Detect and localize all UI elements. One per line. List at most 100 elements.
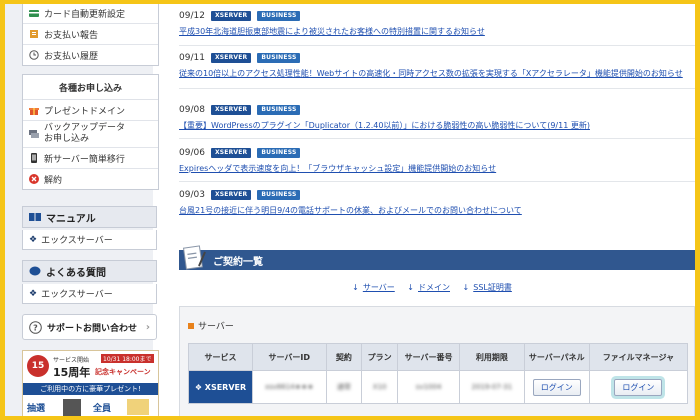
banner-campaign: 記念キャンペーン <box>95 368 151 376</box>
xserver-logo-icon: ❖ <box>194 382 202 392</box>
gift-image-icon <box>63 399 81 416</box>
divider <box>179 88 695 89</box>
sidebar-item-present-domain[interactable]: プレゼントドメイン <box>23 100 158 121</box>
server-panel-cell: ログイン <box>523 370 590 404</box>
anchor-link-ssl[interactable]: SSL証明書 <box>473 283 512 292</box>
plan-value: X10 <box>372 383 387 391</box>
xserver-badge: XSERVER <box>210 53 252 63</box>
server-number-value: sv1004 <box>415 383 442 391</box>
manual-link-xserver[interactable]: ❖ エックスサーバー <box>22 230 157 250</box>
book-icon <box>29 212 41 222</box>
contract-cell: 通常 <box>325 370 363 404</box>
file-manager-login-button[interactable]: ログイン <box>614 378 663 396</box>
clock-icon <box>29 50 39 60</box>
expiry-value: 2019-07-31 <box>471 383 513 391</box>
sidebar-item-backup[interactable]: バックアップデータ お申し込み <box>23 121 158 148</box>
news-link[interactable]: 台風21号の接近に伴う明日9/4の電話サポートの休業、およびメールでのお問い合わ… <box>179 205 695 216</box>
table-header-row: サービス サーバーID 契約 プラン サーバー番号 利用期限 サーバーパネル フ… <box>188 343 689 371</box>
arrow-down-icon: ↓ <box>407 283 414 292</box>
sidebar-item-payment-history[interactable]: お支払い履歴 <box>23 45 158 65</box>
column-header: ファイルマネージャ <box>588 343 689 371</box>
divider <box>179 45 695 46</box>
apply-category-heading: 各種お申し込み <box>23 75 158 100</box>
server-table: サービス サーバーID 契約 プラン サーバー番号 利用期限 サーバーパネル フ… <box>188 343 689 404</box>
server-panel-login-button[interactable]: ログイン <box>532 378 581 396</box>
contract-list-header: ご契約一覧 <box>179 250 695 270</box>
sidebar-item-payment-report[interactable]: お支払い報告 <box>23 24 158 45</box>
news-item: 09/03 XSERVER BUSINESS 台風21号の接近に伴う明日9/4の… <box>179 188 695 216</box>
backup-icon <box>29 129 39 139</box>
manual-link-label: エックスサーバー <box>41 236 113 246</box>
column-header: 利用期限 <box>459 343 525 371</box>
support-contact-button[interactable]: ? サポートお問い合わせ › <box>22 314 157 340</box>
news-item: 09/06 XSERVER BUSINESS Expiresヘッダで表示速度を向… <box>179 146 695 174</box>
news-item: 09/12 XSERVER BUSINESS 平成30年北海道胆振東部地震により… <box>179 9 695 37</box>
file-manager-cell: ログイン <box>588 370 689 404</box>
banner-present-text: ご利用中の方に豪華プレゼント! <box>23 383 158 395</box>
faq-link-xserver[interactable]: ❖ エックスサーバー <box>22 284 157 304</box>
column-header: 契約 <box>325 343 363 371</box>
contract-anchor-links: ↓ サーバー ↓ ドメイン ↓ SSL証明書 <box>179 282 695 293</box>
news-date: 09/11 <box>179 53 205 63</box>
business-badge: BUSINESS <box>257 11 301 21</box>
server-id-cell: xsv8614★★★ <box>251 370 327 404</box>
divider <box>179 138 695 139</box>
arrow-down-icon: ↓ <box>352 283 359 292</box>
sidebar-item-server-migration[interactable]: 新サーバー簡単移行 <box>23 148 158 169</box>
column-header: サーバーパネル <box>523 343 590 371</box>
apply-menu: 各種お申し込み プレゼントドメイン バックアップデータ お申し込み 新サーバー簡単… <box>22 74 159 190</box>
anchor-link-domain[interactable]: ドメイン <box>418 283 450 292</box>
news-date: 09/03 <box>179 190 205 200</box>
payment-menu: カード自動更新設定 お支払い報告 お支払い履歴 <box>22 4 159 66</box>
contract-value: 通常 <box>336 383 351 391</box>
arrow-down-icon: ↓ <box>462 283 470 292</box>
sidebar-item-card-auto-renew[interactable]: カード自動更新設定 <box>23 4 158 24</box>
news-link[interactable]: 平成30年北海道胆振東部地震により被災されたお客様への特別措置に関するお知らせ <box>179 26 695 37</box>
banner-text: サービス開始 <box>53 357 90 364</box>
server-section-label: サーバー <box>198 322 234 332</box>
diamond-bullet-icon: ❖ <box>29 288 38 299</box>
banner-number-badge: 15 <box>27 355 49 377</box>
sidebar-item-label: バックアップデータ お申し込み <box>44 123 126 144</box>
sidebar-item-label: お支払い報告 <box>44 30 99 41</box>
banner-deadline: 10/31 18:00まで <box>101 354 154 363</box>
faq-heading[interactable]: よくある質問 <box>22 260 157 282</box>
sidebar-item-label: プレゼントドメイン <box>44 106 126 117</box>
sidebar-item-label: お支払い履歴 <box>44 51 99 62</box>
server-number-cell: sv1004 <box>397 370 461 404</box>
contract-list-title: ご契約一覧 <box>213 256 263 268</box>
xserver-badge: XSERVER <box>210 190 252 200</box>
news-item: 09/11 XSERVER BUSINESS 従来の10倍以上のアクセス処理性能… <box>179 51 695 79</box>
sidebar-item-label: 新サーバー簡単移行 <box>44 154 125 165</box>
banner-anniversary: 15周年 <box>53 366 91 379</box>
news-link[interactable]: 【重要】WordPressのプラグイン「Duplicator（1.2.40以前）… <box>179 120 695 131</box>
sidebar-item-label: 解約 <box>44 175 63 186</box>
business-badge: BUSINESS <box>257 53 301 63</box>
business-badge: BUSINESS <box>257 105 301 115</box>
xserver-badge: XSERVER <box>210 148 252 158</box>
service-cell: ❖ XSERVER <box>188 370 253 404</box>
manual-title: マニュアル <box>46 213 96 225</box>
card-icon <box>29 8 39 18</box>
column-header: プラン <box>361 343 399 371</box>
xserver-badge: XSERVER <box>210 105 252 115</box>
sidebar-item-cancel[interactable]: 解約 <box>23 169 158 189</box>
document-pen-icon <box>182 244 207 272</box>
news-date: 09/08 <box>179 105 205 115</box>
table-row: ❖ XSERVER xsv8614★★★ 通常 X10 sv1004 2019-… <box>188 370 689 404</box>
sidebar: カード自動更新設定 お支払い報告 お支払い履歴 各種お申し込み プレゼントドメイ… <box>5 4 159 416</box>
manual-heading[interactable]: マニュアル <box>22 206 157 228</box>
anchor-link-server[interactable]: サーバー <box>363 283 395 292</box>
news-link[interactable]: 従来の10倍以上のアクセス処理性能！Webサイトの高速化・同時アクセス数の拡張を… <box>179 68 695 79</box>
plan-cell: X10 <box>361 370 399 404</box>
business-badge: BUSINESS <box>257 190 301 200</box>
support-title: サポートお問い合わせ <box>47 323 138 334</box>
speech-bubble-icon <box>29 266 41 276</box>
business-badge: BUSINESS <box>257 148 301 158</box>
campaign-banner[interactable]: 15 サービス開始 10/31 18:00まで 15周年 記念キャンペーン ご利… <box>22 350 159 416</box>
column-header: サービス <box>188 343 253 371</box>
gift-icon <box>29 105 39 115</box>
server-section: サーバー サービス サーバーID 契約 プラン サーバー番号 利用期限 サーバー… <box>179 306 695 416</box>
news-link[interactable]: Expiresヘッダで表示速度を向上！「ブラウザキャッシュ設定」機能提供開始のお… <box>179 163 695 174</box>
column-header: サーバーID <box>251 343 327 371</box>
